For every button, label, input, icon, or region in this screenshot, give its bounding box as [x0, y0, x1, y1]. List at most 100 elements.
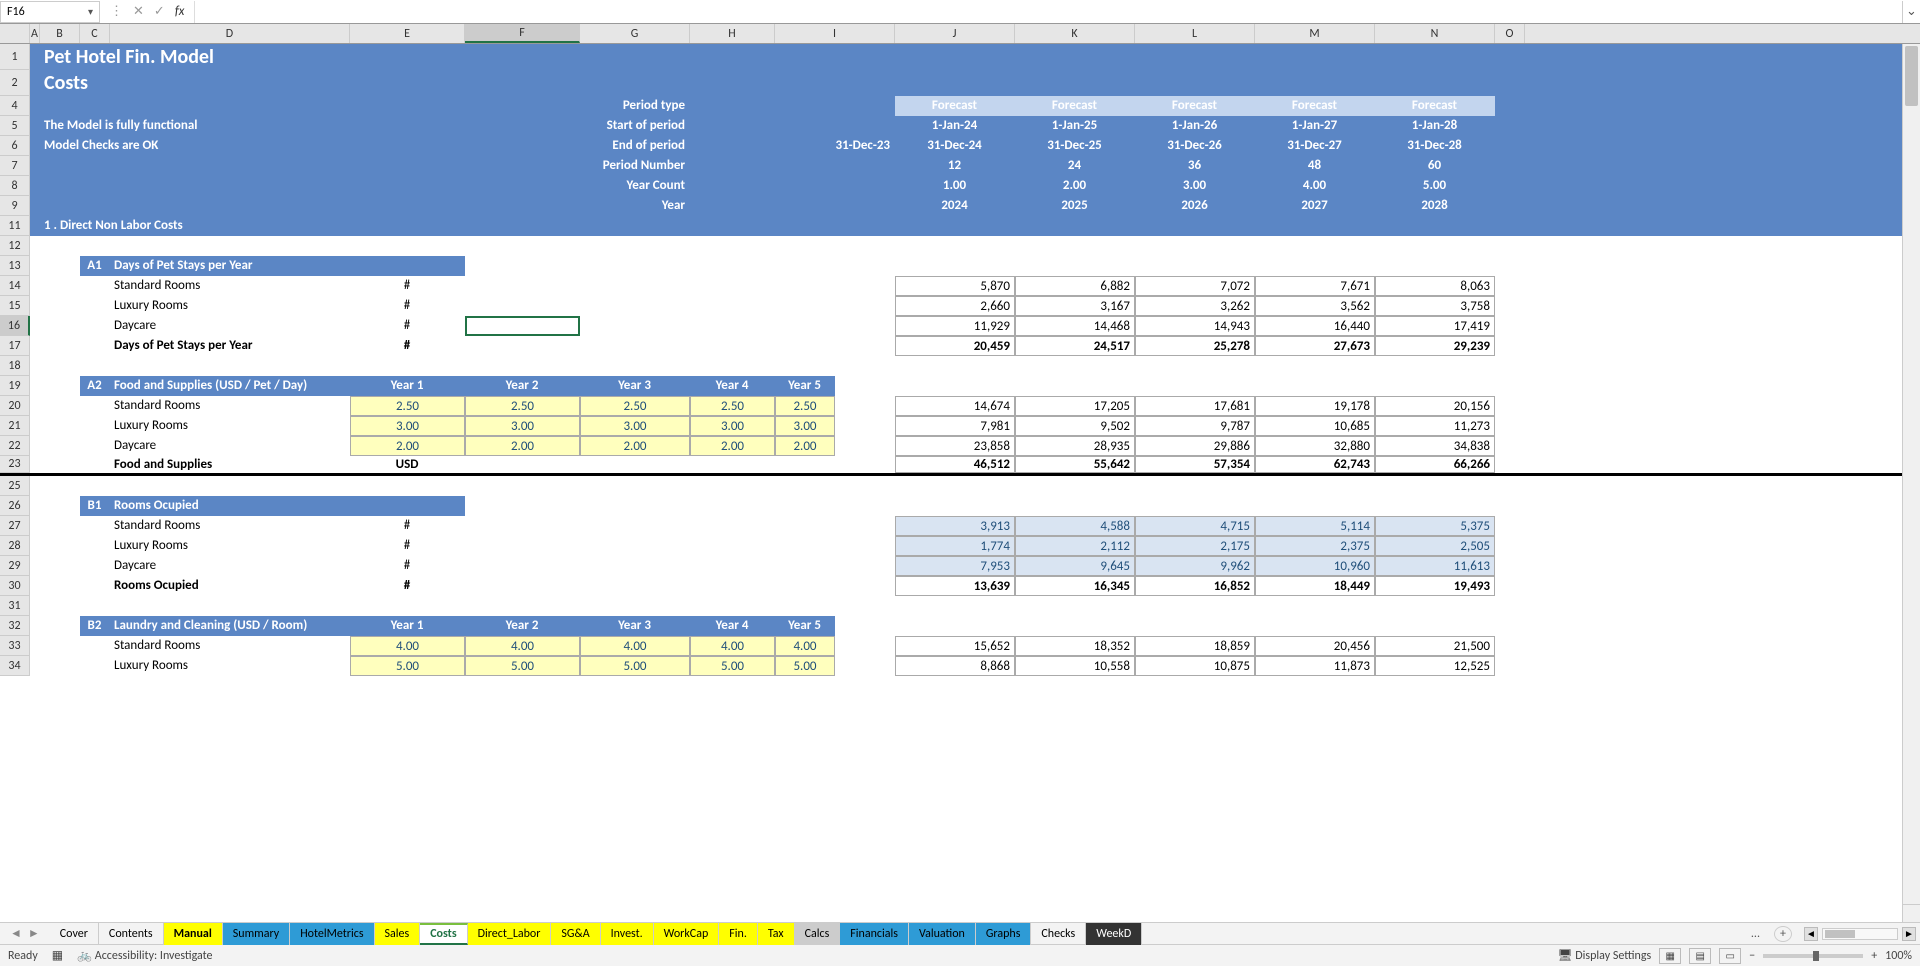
- cell[interactable]: [350, 156, 465, 176]
- cell[interactable]: 1,774: [895, 536, 1015, 556]
- sheet-tab[interactable]: HotelMetrics: [290, 923, 374, 945]
- formula-expand-icon[interactable]: ⌄: [1902, 1, 1920, 23]
- row-header[interactable]: 31: [0, 596, 30, 616]
- hscroll-left-icon[interactable]: ◄: [1804, 927, 1818, 941]
- cell[interactable]: 7,072: [1135, 276, 1255, 296]
- cell[interactable]: [690, 296, 775, 316]
- cell[interactable]: [1495, 576, 1525, 596]
- cell[interactable]: 46,512: [895, 456, 1015, 473]
- cell[interactable]: [835, 396, 895, 416]
- cell[interactable]: 2,112: [1015, 536, 1135, 556]
- cell[interactable]: 2027: [1255, 196, 1375, 216]
- forecast-cell[interactable]: Forecast: [1135, 96, 1255, 116]
- input-cell[interactable]: 2.50: [580, 396, 690, 416]
- row-header[interactable]: 33: [0, 636, 30, 656]
- cell[interactable]: [580, 456, 690, 473]
- cell[interactable]: [30, 296, 40, 316]
- cell[interactable]: 60: [1375, 156, 1495, 176]
- cell[interactable]: [30, 336, 40, 356]
- cell[interactable]: [30, 476, 1470, 496]
- cell[interactable]: [690, 456, 775, 473]
- col-header[interactable]: F: [465, 24, 580, 43]
- cell[interactable]: [690, 116, 775, 136]
- add-sheet-icon[interactable]: +: [1774, 926, 1792, 942]
- cell[interactable]: [580, 336, 690, 356]
- cell[interactable]: 18,449: [1255, 576, 1375, 596]
- cell[interactable]: 19,178: [1255, 396, 1375, 416]
- cell[interactable]: [835, 636, 895, 656]
- cell[interactable]: [40, 396, 80, 416]
- cell[interactable]: [1495, 116, 1525, 136]
- cell[interactable]: [1495, 316, 1525, 336]
- cell[interactable]: [1495, 556, 1525, 576]
- code[interactable]: A2: [80, 376, 110, 396]
- cell[interactable]: [30, 576, 40, 596]
- cell[interactable]: [40, 256, 80, 276]
- label-ycount[interactable]: Year Count: [580, 176, 690, 196]
- forecast-cell[interactable]: Forecast: [1015, 96, 1135, 116]
- dropdown-icon[interactable]: ⋮: [110, 4, 123, 19]
- cell[interactable]: [30, 496, 40, 516]
- cell[interactable]: 36: [1135, 156, 1255, 176]
- cell[interactable]: [40, 416, 80, 436]
- cell[interactable]: [775, 276, 895, 296]
- cell[interactable]: [30, 596, 1470, 616]
- cell[interactable]: [690, 136, 775, 156]
- cell[interactable]: [30, 216, 40, 236]
- sheet-tab[interactable]: Financials: [840, 923, 909, 945]
- cell[interactable]: [580, 536, 690, 556]
- cell[interactable]: [465, 176, 580, 196]
- cell[interactable]: [30, 416, 40, 436]
- cell[interactable]: 6,882: [1015, 276, 1135, 296]
- cell[interactable]: 29,886: [1135, 436, 1255, 456]
- cell[interactable]: [690, 316, 775, 336]
- cell[interactable]: [80, 96, 110, 116]
- cell[interactable]: 3,913: [895, 516, 1015, 536]
- yhead[interactable]: Year 2: [465, 376, 580, 396]
- cell[interactable]: [40, 436, 80, 456]
- cell[interactable]: 14,468: [1015, 316, 1135, 336]
- cell[interactable]: 14,943: [1135, 316, 1255, 336]
- cell[interactable]: [465, 456, 580, 473]
- input-cell[interactable]: 3.00: [690, 416, 775, 436]
- cell[interactable]: [775, 336, 895, 356]
- input-cell[interactable]: 2.00: [580, 436, 690, 456]
- forecast-cell[interactable]: Forecast: [1255, 96, 1375, 116]
- grid-body[interactable]: 1 Pet Hotel Fin. Model 2 Costs 4 Period …: [0, 44, 1902, 904]
- sheet-tab[interactable]: Invest.: [601, 923, 654, 945]
- sheet-tab[interactable]: WeekD: [1086, 923, 1142, 945]
- cell[interactable]: 31-Dec-23: [775, 136, 895, 156]
- yhead[interactable]: Year 5: [775, 376, 835, 396]
- cell[interactable]: [40, 536, 80, 556]
- cell[interactable]: 1-Jan-25: [1015, 116, 1135, 136]
- input-cell[interactable]: 4.00: [465, 636, 580, 656]
- cell[interactable]: 16,345: [1015, 576, 1135, 596]
- label[interactable]: Standard Rooms: [110, 276, 350, 296]
- label[interactable]: Standard Rooms: [110, 636, 350, 656]
- label-start[interactable]: Start of period: [580, 116, 690, 136]
- view-page-layout-icon[interactable]: ▤: [1689, 948, 1711, 964]
- row-header[interactable]: 13: [0, 256, 30, 276]
- cell[interactable]: [40, 516, 80, 536]
- unit[interactable]: #: [350, 556, 465, 576]
- col-header[interactable]: I: [775, 24, 895, 43]
- cell[interactable]: 18,859: [1135, 636, 1255, 656]
- cell[interactable]: 3,167: [1015, 296, 1135, 316]
- cell[interactable]: [835, 376, 1495, 396]
- row-header[interactable]: 23: [0, 456, 30, 473]
- cell[interactable]: [1495, 456, 1525, 473]
- sheet-tab[interactable]: Costs: [420, 923, 467, 945]
- cell[interactable]: 29,239: [1375, 336, 1495, 356]
- cell[interactable]: 57,354: [1135, 456, 1255, 473]
- cell[interactable]: 9,502: [1015, 416, 1135, 436]
- cell[interactable]: 8,063: [1375, 276, 1495, 296]
- cell[interactable]: [40, 616, 80, 636]
- col-header[interactable]: E: [350, 24, 465, 43]
- yhead[interactable]: Year 3: [580, 616, 690, 636]
- cell[interactable]: 2024: [895, 196, 1015, 216]
- input-cell[interactable]: 3.00: [580, 416, 690, 436]
- cell[interactable]: [1495, 96, 1525, 116]
- col-header[interactable]: J: [895, 24, 1015, 43]
- cell[interactable]: [580, 556, 690, 576]
- cell[interactable]: [80, 336, 110, 356]
